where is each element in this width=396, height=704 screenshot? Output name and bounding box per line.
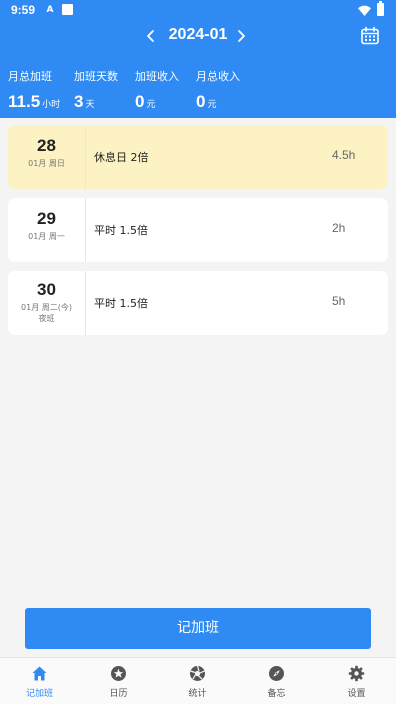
- nav-label: 日历: [109, 689, 128, 699]
- current-month[interactable]: 2024-01: [160, 26, 236, 44]
- record-weekday: 01月 周一: [28, 232, 65, 241]
- app-header: 9:59 A 2024-01 月总加班 11.5 小时 加班天数 3天 加班收入…: [0, 0, 396, 118]
- status-time: 9:59: [11, 3, 36, 17]
- stat-label: 月总加班: [8, 70, 52, 83]
- record-hours: 5h: [332, 294, 346, 308]
- stat-unit: 天: [85, 100, 95, 110]
- notification-square-icon: [62, 4, 73, 15]
- record-day: 29: [37, 209, 56, 228]
- stat-monthly-overtime: 月总加班 11.5 小时: [8, 68, 60, 112]
- record-day: 30: [37, 280, 56, 299]
- record-shift: 夜班: [38, 314, 55, 323]
- stat-monthly-income: 月总收入 0元: [196, 68, 240, 112]
- record-type: 休息日 2倍: [94, 151, 149, 164]
- record-date: 30 01月 周二(今) 夜班: [8, 271, 86, 335]
- status-bar: 9:59 A: [0, 0, 396, 22]
- wifi-icon: [358, 5, 371, 16]
- nav-item-settings[interactable]: 设置: [317, 658, 396, 704]
- record-date: 29 01月 周一: [8, 198, 86, 262]
- overtime-record[interactable]: 28 01月 周日 休息日 2倍 4.5h: [8, 125, 388, 189]
- battery-icon: [377, 1, 384, 16]
- record-weekday: 01月 周二(今): [21, 303, 72, 312]
- nav-item-calendar[interactable]: 日历: [79, 658, 158, 704]
- monthly-stats: 月总加班 11.5 小时 加班天数 3天 加班收入 0元 月总收入 0元: [0, 68, 396, 114]
- stat-value: 0: [196, 92, 206, 111]
- bottom-nav: 记加班 日历 统计 备忘 设置: [0, 657, 396, 704]
- record-type: 平时 1.5倍: [94, 224, 148, 237]
- calendar-icon[interactable]: [360, 26, 380, 46]
- stat-unit: 元: [207, 100, 217, 110]
- nav-item-record[interactable]: 记加班: [0, 658, 79, 704]
- record-day: 28: [37, 136, 56, 155]
- stat-unit: 小时: [42, 100, 61, 110]
- record-weekday: 01月 周日: [28, 159, 65, 168]
- month-navigator: 2024-01: [0, 24, 396, 50]
- stat-unit: 元: [146, 100, 156, 110]
- overtime-record[interactable]: 30 01月 周二(今) 夜班 平时 1.5倍 5h: [8, 271, 388, 335]
- stat-overtime-days: 加班天数 3天: [74, 68, 118, 112]
- chevron-left-icon[interactable]: [143, 26, 159, 46]
- record-hours: 2h: [332, 221, 346, 235]
- stat-value: 0: [135, 92, 145, 111]
- notification-a-icon: A: [46, 5, 54, 15]
- record-type: 平时 1.5倍: [94, 297, 148, 310]
- stat-label: 加班天数: [74, 70, 118, 83]
- aperture-icon: [190, 665, 205, 681]
- gear-icon: [348, 665, 365, 682]
- stat-overtime-income: 加班收入 0元: [135, 68, 179, 112]
- home-icon: [32, 666, 47, 681]
- nav-item-stats[interactable]: 统计: [158, 658, 237, 704]
- stat-label: 月总收入: [196, 70, 240, 83]
- stat-value: 11.5: [8, 92, 41, 111]
- nav-label: 设置: [347, 689, 366, 699]
- nav-item-memo[interactable]: 备忘: [237, 658, 316, 704]
- stat-value: 3: [74, 92, 84, 111]
- overtime-record[interactable]: 29 01月 周一 平时 1.5倍 2h: [8, 198, 388, 262]
- nav-label: 记加班: [25, 689, 53, 699]
- record-hours: 4.5h: [332, 148, 356, 162]
- chevron-right-icon[interactable]: [233, 26, 249, 46]
- stat-label: 加班收入: [135, 70, 179, 83]
- nav-label: 备忘: [267, 689, 286, 699]
- compass-icon: [269, 666, 284, 681]
- add-overtime-button[interactable]: 记加班: [25, 608, 371, 649]
- star-icon: [111, 666, 126, 681]
- nav-label: 统计: [188, 689, 207, 699]
- record-date: 28 01月 周日: [8, 125, 86, 189]
